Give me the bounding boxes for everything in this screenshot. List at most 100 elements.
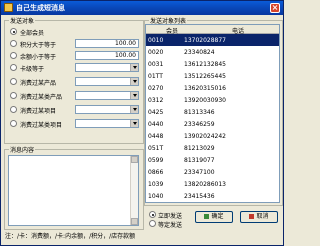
radio-product[interactable]	[10, 78, 17, 85]
option-service-category[interactable]: 消费过某类项目	[9, 119, 146, 129]
radio-service[interactable]	[10, 106, 17, 113]
option-product[interactable]: 消费过某产品	[9, 77, 146, 87]
balance-lte-input[interactable]: 100.00	[75, 51, 139, 60]
option-product-label: 消费过某产品	[20, 80, 57, 87]
service-category-select[interactable]	[75, 119, 139, 128]
target-group-label: 发送对象	[9, 16, 36, 25]
table-row[interactable]: 0599 81319077	[146, 154, 279, 166]
member-cell: 0312	[148, 97, 164, 104]
radio-all-members[interactable]	[10, 28, 17, 35]
product-select[interactable]	[75, 77, 139, 86]
phone-cell: 23346259	[184, 121, 215, 128]
ok-label: 确定	[211, 213, 224, 220]
card-level-select[interactable]	[75, 63, 139, 72]
ok-button[interactable]: 确定	[195, 211, 233, 223]
phone-cell: 13902024242	[184, 133, 226, 140]
phone-cell: 23415436	[184, 193, 215, 200]
message-scrollbar[interactable]	[130, 156, 138, 225]
member-cell: 0270	[148, 85, 164, 92]
cancel-label: 取消	[256, 213, 269, 220]
radio-service-category[interactable]	[10, 120, 17, 127]
ok-icon	[204, 214, 210, 219]
radio-send-now[interactable]	[149, 211, 156, 218]
message-group-label: 消息内容	[9, 145, 36, 154]
cancel-button[interactable]: 取消	[240, 211, 278, 223]
option-product-category-label: 消费过某类产品	[20, 94, 63, 101]
option-balance-lte-label: 余额小于等于	[20, 54, 57, 61]
option-service-label: 消费过某项目	[20, 108, 57, 115]
radio-balance-lte[interactable]	[10, 52, 17, 59]
option-points-gte[interactable]: 积分大于等于 100.00	[9, 39, 146, 49]
target-group: 发送对象 全部会员 积分大于等于 100.00 余额小于等于 100.00 卡级…	[4, 16, 146, 144]
table-row[interactable]: 0031 13612132845	[146, 58, 279, 70]
chevron-down-icon[interactable]	[130, 120, 138, 127]
table-row[interactable]: 0312 13920030930	[146, 94, 279, 106]
sms-window: 自己生成短消息 × 发送对象 全部会员 积分大于等于 100.00 余额小于等于…	[0, 0, 284, 246]
radio-points-gte[interactable]	[10, 40, 17, 47]
phone-cell: 13920030930	[184, 97, 226, 104]
window-title: 自己生成短消息	[16, 4, 65, 12]
scheduled-send-option[interactable]: 等定发送	[149, 219, 189, 229]
phone-cell: 23340824	[184, 49, 215, 56]
phone-cell: 81213029	[184, 145, 215, 152]
service-select[interactable]	[75, 105, 139, 114]
option-service[interactable]: 消费过某项目	[9, 105, 146, 115]
option-all-members-label: 全部会员	[20, 30, 45, 37]
member-cell: 1040	[148, 193, 164, 200]
member-cell: 0440	[148, 121, 164, 128]
member-cell: 01TT	[148, 73, 163, 80]
points-gte-input[interactable]: 100.00	[75, 39, 139, 48]
scroll-up-button[interactable]	[131, 156, 138, 163]
option-all-members[interactable]: 全部会员	[9, 27, 146, 37]
phone-cell: 13612132845	[184, 61, 226, 68]
close-button[interactable]: ×	[270, 3, 280, 13]
message-group: 消息内容	[4, 145, 144, 230]
member-cell: 0425	[148, 109, 164, 116]
member-cell: 0866	[148, 169, 164, 176]
member-cell: 0031	[148, 61, 164, 68]
phone-cell: 13512265445	[184, 73, 226, 80]
scheduled-send-label: 等定发送	[158, 222, 183, 229]
send-target-list[interactable]: 会员 电话 0010 13702028877 0020 23340824 0031 136…	[145, 24, 280, 203]
radio-card-level[interactable]	[10, 64, 17, 71]
list-header: 会员 电话	[146, 25, 279, 35]
option-service-category-label: 消费过某类项目	[20, 122, 63, 129]
table-row[interactable]: 0866 23347100	[146, 166, 279, 178]
footer-note: 注：/卡：消费额，/卡:内余额，/积分，/店存款额	[5, 233, 136, 240]
list-group: 发送对象列表 会员 电话 0010 13702028877 0020 23340824…	[144, 16, 283, 206]
phone-cell: 81319077	[184, 157, 215, 164]
app-icon	[4, 3, 13, 12]
option-balance-lte[interactable]: 余额小于等于 100.00	[9, 51, 146, 61]
table-row[interactable]: 1040 23415436	[146, 190, 279, 202]
title-bar[interactable]: 自己生成短消息 ×	[1, 1, 283, 15]
table-row[interactable]: 051T 81213029	[146, 142, 279, 154]
chevron-down-icon[interactable]	[130, 106, 138, 113]
phone-cell: 13820286013	[184, 181, 226, 188]
option-card-level[interactable]: 卡级等于	[9, 63, 146, 73]
member-cell: 1039	[148, 181, 164, 188]
chevron-down-icon[interactable]	[130, 64, 138, 71]
table-row[interactable]: 0448 13902024242	[146, 130, 279, 142]
send-now-option[interactable]: 立即发送	[149, 210, 189, 220]
table-row[interactable]: 0010 13702028877	[146, 34, 279, 46]
phone-cell: 13620315016	[184, 85, 226, 92]
table-row[interactable]: 0425 81313346	[146, 106, 279, 118]
option-product-category[interactable]: 消费过某类产品	[9, 91, 146, 101]
product-category-select[interactable]	[75, 91, 139, 100]
table-row[interactable]: 0270 13620315016	[146, 82, 279, 94]
radio-product-category[interactable]	[10, 92, 17, 99]
chevron-down-icon[interactable]	[130, 92, 138, 99]
option-points-gte-label: 积分大于等于	[20, 42, 57, 49]
cancel-icon	[249, 214, 255, 219]
table-row[interactable]: 1039 13820286013	[146, 178, 279, 190]
radio-scheduled-send[interactable]	[149, 220, 156, 227]
message-textarea[interactable]	[8, 155, 139, 226]
scroll-down-button[interactable]	[131, 218, 138, 225]
table-row[interactable]: 0020 23340824	[146, 46, 279, 58]
phone-cell: 81313346	[184, 109, 215, 116]
table-row[interactable]: 01TT 13512265445	[146, 70, 279, 82]
option-card-level-label: 卡级等于	[20, 66, 45, 73]
table-row[interactable]: 0440 23346259	[146, 118, 279, 130]
chevron-down-icon[interactable]	[130, 78, 138, 85]
member-cell: 051T	[148, 145, 164, 152]
